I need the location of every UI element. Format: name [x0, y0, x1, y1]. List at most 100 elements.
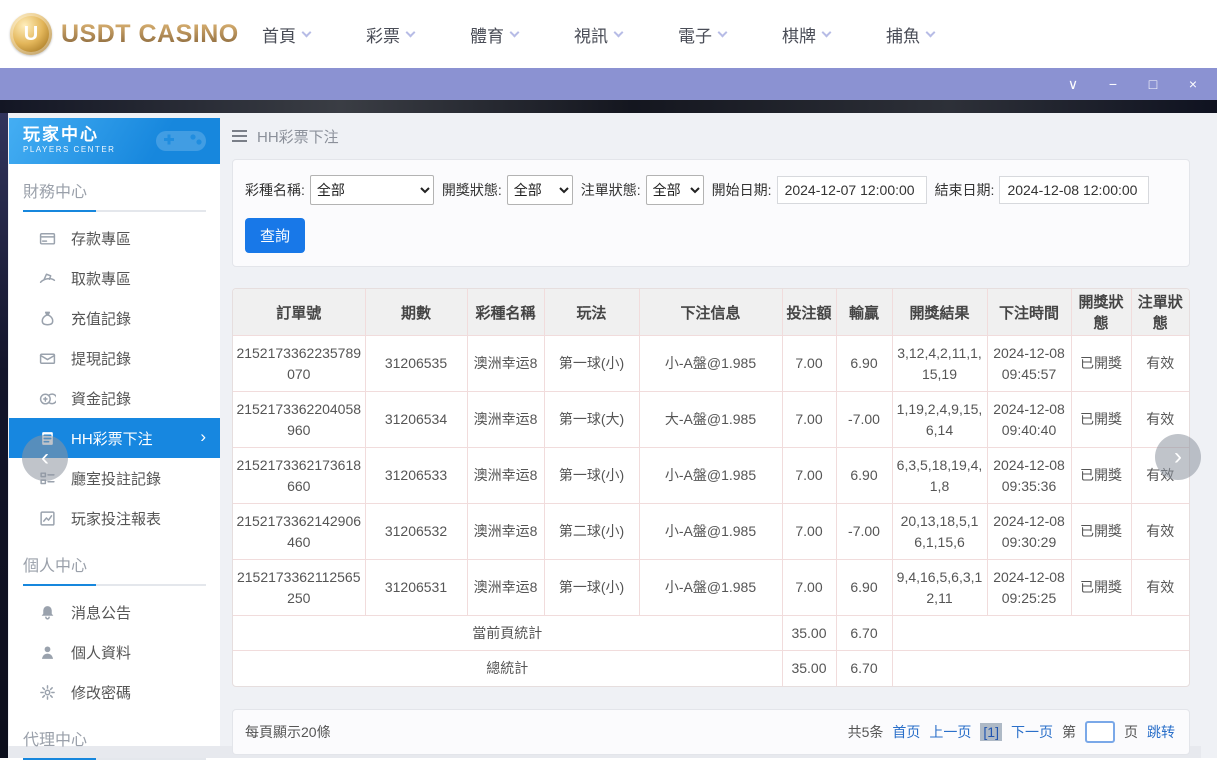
sidebar-item-password-gear[interactable]: 修改密碼 [9, 672, 220, 712]
table-cell: 小-A盤@1.985 [639, 504, 782, 560]
end-date-input[interactable] [999, 176, 1149, 204]
main-menu-item-0[interactable]: 首頁 [262, 22, 366, 47]
table-cell: 澳洲幸运8 [467, 560, 544, 616]
withdrawal-record-icon [39, 350, 56, 367]
main-menu-item-6[interactable]: 捕魚 [886, 22, 990, 47]
sidebar-item-label: 廳室投註記錄 [71, 468, 161, 489]
summary-empty-cell [892, 616, 1189, 651]
order-status-select[interactable]: 全部 [646, 175, 704, 205]
table-cell: 2152173362112565250 [233, 560, 365, 616]
table-cell: 31206533 [365, 448, 467, 504]
table-cell: 2024-12-08 09:45:57 [987, 336, 1071, 392]
table-cell: 第二球(小) [544, 504, 639, 560]
page-jump-input[interactable] [1085, 721, 1115, 743]
draw-status-select[interactable]: 全部 [507, 175, 573, 205]
sidebar-item-label: 提現記錄 [71, 348, 131, 369]
sidebar-section-title-0: 財務中心 [9, 164, 220, 210]
top-navbar: U USDT CASINO 首頁 彩票體育 視訊電子 棋牌 捕魚 [0, 0, 1217, 68]
table-cell: 2152173362204058960 [233, 392, 365, 448]
table-cell: 7.00 [782, 560, 836, 616]
maximize-icon[interactable]: □ [1145, 77, 1161, 91]
brand-logo[interactable]: U USDT CASINO [0, 13, 240, 55]
sidebar-item-label: 玩家投注報表 [71, 508, 161, 529]
table-cell: 6.90 [836, 448, 892, 504]
total-count-text: 共5条 [848, 722, 884, 742]
sidebar-header: 玩家中心 PLAYERS CENTER [9, 118, 220, 164]
close-icon[interactable]: × [1185, 77, 1201, 91]
table-cell: 第一球(大) [544, 392, 639, 448]
bets-table: 訂單號期數彩種名稱玩法下注信息投注額輸贏開獎結果下注時間開獎狀態注單狀態 215… [233, 289, 1189, 686]
table-cell: 第一球(小) [544, 336, 639, 392]
sidebar-item-profile-person[interactable]: 個人資料 [9, 632, 220, 672]
table-cell: 20,13,18,5,16,1,15,6 [892, 504, 987, 560]
menu-item-label: 棋牌 [782, 22, 816, 47]
table-cell: 2152173362173618660 [233, 448, 365, 504]
summary-bet-total: 35.00 [782, 651, 836, 686]
main-menu-item-1[interactable]: 彩票 [366, 22, 470, 47]
sidebar-item-announcement-bell[interactable]: 消息公告 [9, 592, 220, 632]
main-menu-item-2[interactable]: 體育 [470, 22, 574, 47]
start-date-label: 開始日期: [712, 180, 772, 200]
page-size-text: 每頁顯示20條 [245, 722, 331, 742]
jump-prefix-text: 第 [1062, 722, 1076, 742]
column-header: 開獎結果 [892, 289, 987, 336]
right-background-edge [1201, 113, 1217, 758]
lottery-name-select[interactable]: 全部 [310, 175, 434, 205]
column-header: 注單狀態 [1131, 289, 1189, 336]
jump-action-link[interactable]: 跳转 [1147, 722, 1175, 742]
chevron-down-icon [406, 27, 416, 37]
player-report-icon [39, 510, 56, 527]
sidebar-item-deposit-card[interactable]: 存款專區 [9, 218, 220, 258]
menu-item-label: 首頁 [262, 22, 296, 47]
column-header: 訂單號 [233, 289, 365, 336]
summary-row: 總統計35.006.70 [233, 651, 1189, 686]
sidebar-item-withdrawal-record[interactable]: 提現記錄 [9, 338, 220, 378]
table-cell: 澳洲幸运8 [467, 448, 544, 504]
minimize-icon[interactable]: − [1105, 77, 1121, 91]
table-cell: 小-A盤@1.985 [639, 448, 782, 504]
sidebar-collapse-button[interactable]: ‹ [22, 435, 68, 481]
table-cell: 6.90 [836, 336, 892, 392]
start-date-input[interactable] [777, 176, 927, 204]
menu-item-label: 體育 [470, 22, 504, 47]
main-menu-item-4[interactable]: 電子 [678, 22, 782, 47]
deposit-card-icon [39, 230, 56, 247]
search-button[interactable]: 查詢 [245, 218, 305, 253]
announcement-bell-icon [39, 604, 56, 621]
table-cell: 2024-12-08 09:40:40 [987, 392, 1071, 448]
table-cell: 小-A盤@1.985 [639, 560, 782, 616]
end-date-label: 結束日期: [935, 180, 995, 200]
lottery-name-label: 彩種名稱: [245, 180, 305, 200]
summary-empty-cell [892, 651, 1189, 686]
table-cell: 31206534 [365, 392, 467, 448]
sidebar-item-player-report[interactable]: 玩家投注報表 [9, 498, 220, 538]
table-cell: -7.00 [836, 392, 892, 448]
table-scroll-right-button[interactable]: › [1155, 434, 1201, 480]
order-status-label: 注單狀態: [581, 180, 641, 200]
first-page-link[interactable]: 首页 [892, 722, 920, 742]
next-page-link[interactable]: 下一页 [1011, 722, 1053, 742]
background-strip [0, 100, 1217, 113]
column-header: 下注信息 [639, 289, 782, 336]
main-menu-item-3[interactable]: 視訊 [574, 22, 678, 47]
summary-label: 當前頁統計 [233, 616, 782, 651]
app-area: 玩家中心 PLAYERS CENTER 財務中心存款專區取款專區充值記錄提現記錄… [0, 113, 1217, 758]
draw-status-label: 開獎狀態: [442, 180, 502, 200]
main-menu-item-5[interactable]: 棋牌 [782, 22, 886, 47]
chevron-down-icon [718, 27, 728, 37]
summary-winloss-total: 6.70 [836, 651, 892, 686]
jump-suffix-text: 页 [1124, 722, 1138, 742]
sidebar-item-funds-record[interactable]: 資金記錄 [9, 378, 220, 418]
window-titlebar: ∨ − □ × [0, 68, 1217, 100]
summary-bet-total: 35.00 [782, 616, 836, 651]
sidebar-item-label: 存款專區 [71, 228, 131, 249]
table-cell: 2152173362142906460 [233, 504, 365, 560]
sidebar-item-label: 消息公告 [71, 602, 131, 623]
menu-item-label: 電子 [678, 22, 712, 47]
table-cell: 有效 [1131, 560, 1189, 616]
sidebar-item-recharge-record[interactable]: 充值記錄 [9, 298, 220, 338]
menu-toggle-icon[interactable] [232, 130, 247, 142]
sidebar-item-withdraw-hand[interactable]: 取款專區 [9, 258, 220, 298]
prev-page-link[interactable]: 上一页 [929, 722, 971, 742]
collapse-window-icon[interactable]: ∨ [1065, 77, 1081, 91]
